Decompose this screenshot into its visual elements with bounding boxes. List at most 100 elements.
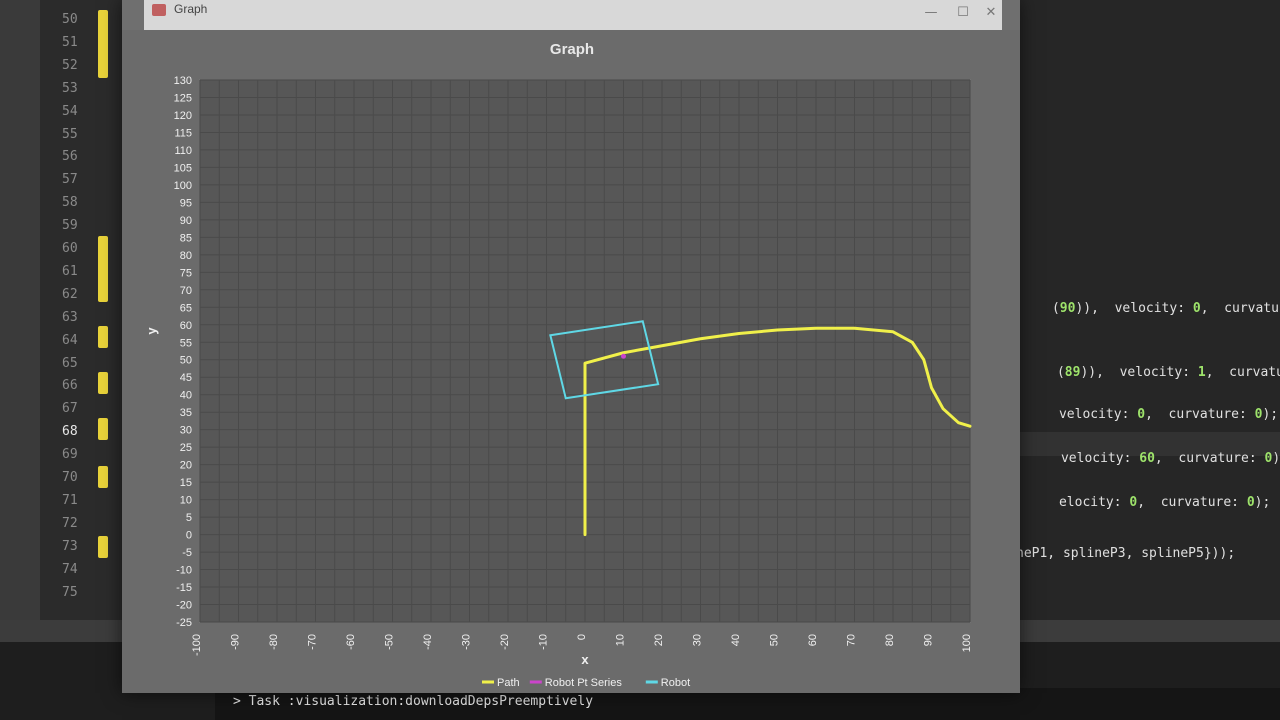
y-tick-label: 115 bbox=[174, 127, 192, 139]
code-line: velocity: 60, curvature: 0); bbox=[1060, 451, 1280, 466]
legend-label: Robot bbox=[661, 677, 690, 689]
y-tick-label: 60 bbox=[180, 320, 192, 332]
change-marker bbox=[98, 418, 108, 440]
x-tick-label: -70 bbox=[307, 634, 319, 650]
y-tick-label: 50 bbox=[180, 355, 192, 367]
code-line-splines: neP1, splineP3, splineP5})); bbox=[1016, 546, 1236, 561]
y-tick-label: -25 bbox=[176, 617, 192, 629]
line-number: 57 bbox=[62, 172, 78, 188]
y-tick-label: 80 bbox=[180, 250, 192, 262]
line-number: 67 bbox=[62, 401, 78, 417]
change-marker bbox=[98, 466, 108, 488]
x-tick-label: 40 bbox=[730, 634, 742, 646]
y-tick-label: 90 bbox=[180, 215, 192, 227]
x-tick-label: -90 bbox=[230, 634, 242, 650]
line-number: 69 bbox=[62, 447, 78, 463]
line-number: 68 bbox=[62, 424, 78, 440]
y-tick-label: 130 bbox=[174, 75, 192, 87]
y-tick-label: 125 bbox=[174, 92, 192, 104]
y-tick-label: 35 bbox=[180, 407, 192, 419]
x-tick-label: -20 bbox=[499, 634, 511, 650]
y-tick-label: 30 bbox=[180, 425, 192, 437]
y-tick-label: 45 bbox=[180, 372, 192, 384]
line-number: 61 bbox=[62, 263, 78, 279]
line-number: 51 bbox=[62, 34, 78, 50]
x-tick-label: 20 bbox=[653, 634, 665, 646]
line-number: 53 bbox=[62, 80, 78, 96]
line-number: 65 bbox=[62, 355, 78, 371]
maximize-button[interactable]: ☐ bbox=[952, 4, 974, 22]
line-number: 62 bbox=[62, 286, 78, 302]
y-tick-label: -15 bbox=[176, 582, 192, 594]
y-tick-label: 5 bbox=[186, 512, 192, 524]
y-tick-label: 105 bbox=[174, 162, 192, 174]
line-number: 54 bbox=[62, 103, 78, 119]
line-number: 60 bbox=[62, 241, 78, 256]
y-tick-label: 100 bbox=[174, 180, 192, 192]
code-line: velocity: 0, curvature: 0); bbox=[1058, 407, 1279, 422]
y-tick-label: 10 bbox=[180, 495, 192, 507]
line-number: 74 bbox=[62, 561, 78, 577]
y-tick-label: 95 bbox=[180, 197, 192, 209]
y-tick-label: 55 bbox=[180, 337, 192, 349]
line-number: 56 bbox=[62, 149, 78, 165]
line-number: 63 bbox=[62, 309, 78, 325]
x-tick-label: 70 bbox=[846, 634, 858, 646]
app-icon bbox=[152, 4, 166, 16]
y-tick-label: 25 bbox=[180, 442, 192, 454]
line-number: 75 bbox=[62, 584, 78, 600]
line-number: 50 bbox=[62, 12, 78, 27]
x-tick-label: 80 bbox=[884, 634, 896, 646]
line-number: 52 bbox=[62, 57, 78, 73]
graph-window[interactable]: Graph — ☐ ✕ Graph 130 125 120 115 110 105 100 95… bbox=[122, 0, 1020, 693]
x-tick-label: -80 bbox=[268, 634, 280, 650]
line-number: 64 bbox=[62, 332, 78, 348]
x-tick-label: -60 bbox=[345, 634, 357, 650]
y-tick-label: 120 bbox=[174, 110, 192, 122]
y-tick-label: -20 bbox=[176, 600, 192, 612]
chart: Graph13012512011511010510095908580757065… bbox=[144, 41, 973, 689]
line-number: 59 bbox=[62, 218, 78, 234]
y-tick-label: 110 bbox=[174, 145, 192, 157]
y-tick-label: 75 bbox=[180, 267, 192, 279]
minimize-button[interactable]: — bbox=[920, 4, 942, 22]
change-marker bbox=[98, 326, 108, 348]
x-tick-label: -100 bbox=[191, 634, 203, 656]
x-tick-label: 10 bbox=[615, 634, 627, 646]
x-tick-label: 90 bbox=[923, 634, 935, 646]
y-tick-label: 0 bbox=[186, 530, 192, 542]
y-tick-label: 40 bbox=[180, 390, 192, 402]
y-axis-label: y bbox=[144, 327, 159, 335]
x-tick-label: 50 bbox=[769, 634, 781, 646]
y-tick-label: 20 bbox=[180, 460, 192, 472]
code-line: (90)), velocity: 0, curvature: 0); bbox=[1051, 301, 1280, 316]
line-number: 70 bbox=[62, 470, 78, 485]
terminal-line: > Task :visualization:downloadDepsPreemp… bbox=[233, 694, 594, 709]
x-tick-label: -30 bbox=[461, 634, 473, 650]
close-button[interactable]: ✕ bbox=[980, 4, 1002, 22]
x-tick-label: -10 bbox=[538, 634, 550, 650]
change-marker bbox=[98, 236, 108, 302]
window-titlebar[interactable]: Graph — ☐ ✕ bbox=[144, 0, 1002, 30]
change-marker bbox=[98, 372, 108, 394]
code-line: (89)), velocity: 1, curvature: 0); bbox=[1056, 365, 1280, 380]
legend-label: Robot Pt Series bbox=[545, 677, 623, 689]
x-tick-label: 30 bbox=[692, 634, 704, 646]
chart-title: Graph bbox=[550, 41, 594, 58]
chart-area: Graph 130 125 120 115 110 105 100 95 90 85 80 75 70 65… bbox=[122, 30, 1020, 693]
y-tick-label: -10 bbox=[176, 565, 192, 577]
x-tick-label: -50 bbox=[384, 634, 396, 650]
window-title: Graph bbox=[174, 2, 208, 16]
line-number: 66 bbox=[62, 378, 78, 394]
y-tick-label: 15 bbox=[180, 477, 192, 489]
change-marker bbox=[98, 10, 108, 78]
line-number: 72 bbox=[62, 515, 78, 531]
change-marker bbox=[98, 536, 108, 558]
x-tick-label: 0 bbox=[576, 634, 588, 640]
line-number: 71 bbox=[62, 492, 78, 508]
x-axis-label: x bbox=[581, 652, 589, 667]
y-tick-label: 85 bbox=[180, 232, 192, 244]
x-tick-label: 100 bbox=[961, 634, 973, 652]
code-line: elocity: 0, curvature: 0); bbox=[1058, 495, 1271, 510]
robot-point-marker bbox=[621, 353, 626, 359]
